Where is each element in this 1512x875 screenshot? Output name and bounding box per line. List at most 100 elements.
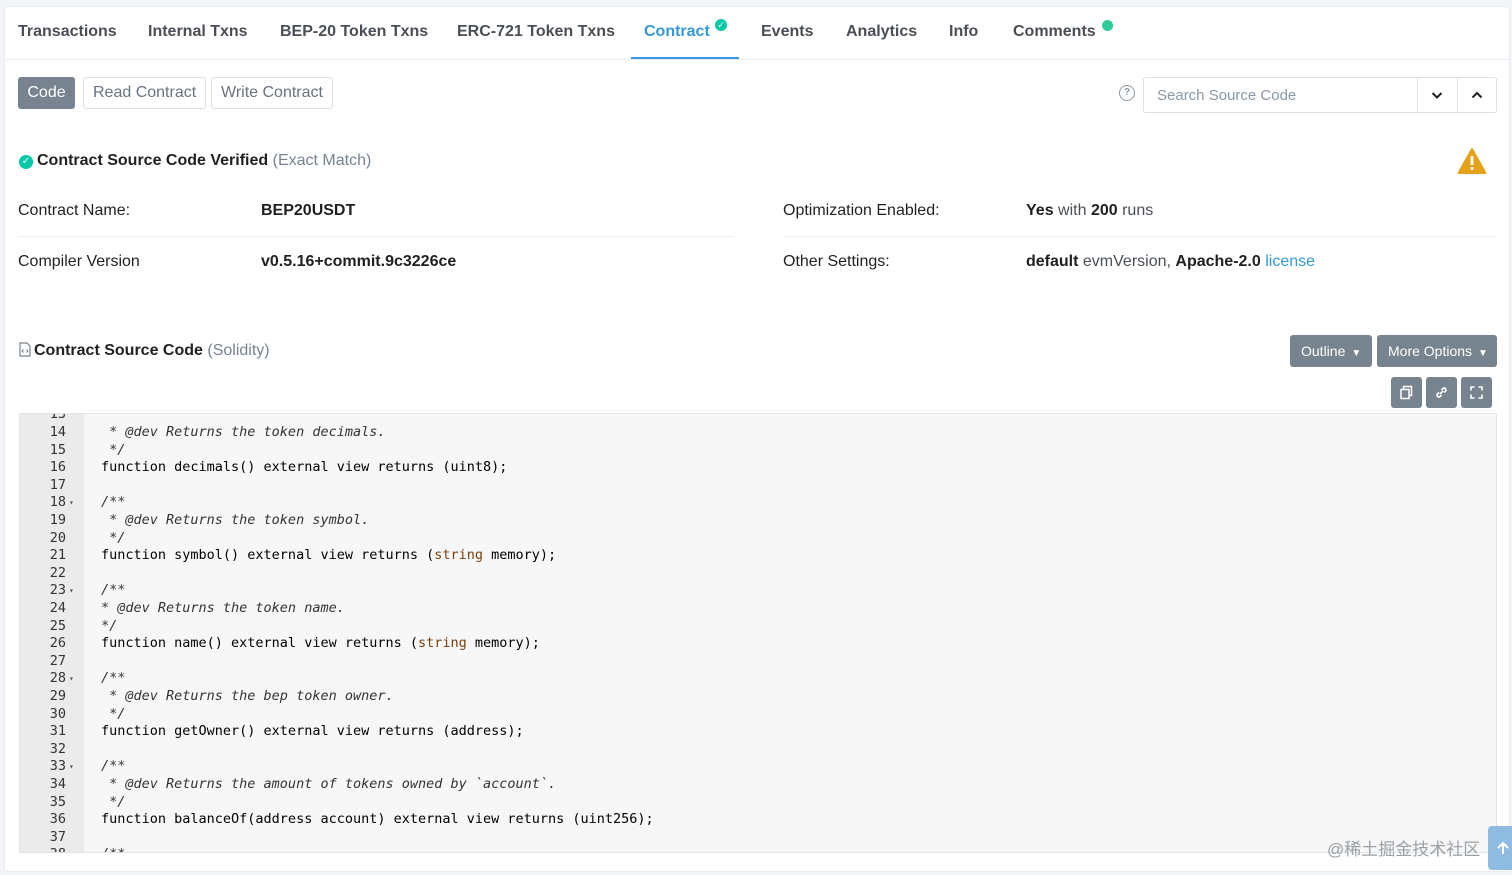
verified-title: Contract Source Code Verified <box>37 152 269 169</box>
tab-bep20-token-txns[interactable]: BEP-20 Token Txns <box>280 7 428 59</box>
tab-transactions[interactable]: Transactions <box>18 7 117 59</box>
compiler-version-value: v0.5.16+commit.9c3226ce <box>261 253 457 270</box>
expand-icon <box>1470 386 1483 399</box>
read-contract-button[interactable]: Read Contract <box>83 77 207 109</box>
link-icon <box>1436 387 1447 398</box>
code-line: 18 ▾ /** <box>20 494 1490 512</box>
search-prev-button[interactable] <box>1457 78 1497 112</box>
check-circle-icon: ✓ <box>19 155 33 169</box>
divider <box>783 236 1497 237</box>
code-line: 16 function decimals() external view retu… <box>20 459 1490 477</box>
other-settings-label: Other Settings: <box>783 253 890 270</box>
line-number: 32 <box>49 740 66 757</box>
copy-icon <box>1400 385 1413 400</box>
fold-toggle-icon[interactable]: ▾ <box>69 494 74 512</box>
tab-comments[interactable]: Comments <box>1013 7 1123 59</box>
divider <box>18 236 734 237</box>
other-settings-value: default evmVersion, Apache-2.0 license <box>1026 253 1316 270</box>
code-text: function symbol() external view returns … <box>101 547 557 564</box>
line-number: 14 <box>49 424 66 440</box>
code-line: 25 */ <box>20 618 1490 636</box>
compiler-version-label: Compiler Version <box>18 253 140 270</box>
tab-erc721-token-txns[interactable]: ERC-721 Token Txns <box>457 7 615 59</box>
code-text: function getOwner() external view return… <box>101 723 524 740</box>
contract-card: Transactions Internal Txns BEP-20 Token … <box>4 6 1510 872</box>
code-text: function balanceOf(address account) exte… <box>101 811 654 828</box>
license-link[interactable]: license <box>1265 253 1315 270</box>
line-number: 36 <box>49 811 66 828</box>
code-text: /** <box>101 758 126 775</box>
chevron-down-icon: ▼ <box>1351 348 1362 359</box>
code-line: 30 */ <box>20 706 1490 724</box>
line-number: 17 <box>49 476 66 493</box>
code-line-partial: 13 <box>49 413 66 422</box>
outline-button[interactable]: Outline ▼ <box>1290 335 1372 367</box>
code-text: * @dev Returns the token name. <box>101 600 345 616</box>
source-code-title: Contract Source Code (Solidity) <box>19 342 270 360</box>
warning-triangle-icon[interactable] <box>1457 147 1487 175</box>
fullscreen-button[interactable] <box>1461 377 1492 408</box>
fold-toggle-icon[interactable]: ▾ <box>69 582 74 600</box>
dot-icon <box>1102 20 1113 31</box>
search-next-button[interactable] <box>1417 78 1457 112</box>
tab-analytics[interactable]: Analytics <box>846 7 917 59</box>
line-number: 16 <box>49 459 66 476</box>
line-number: 25 <box>49 617 66 634</box>
line-number: 27 <box>49 652 66 669</box>
line-number: 20 <box>49 529 66 546</box>
code-line: 36 function balanceOf(address account) ex… <box>20 811 1490 829</box>
file-code-icon <box>19 342 31 357</box>
tab-info[interactable]: Info <box>949 7 978 59</box>
code-text: */ <box>101 793 126 810</box>
more-options-button[interactable]: More Options ▼ <box>1377 335 1497 367</box>
line-number: 23 <box>49 582 66 599</box>
code-text: */ <box>101 441 126 458</box>
code-text: function decimals() external view return… <box>101 459 508 476</box>
code-text: * @dev Returns the token decimals. <box>101 424 386 440</box>
code-line: 37 <box>20 829 1490 847</box>
contract-name-value: BEP20USDT <box>261 202 356 219</box>
write-contract-button[interactable]: Write Contract <box>211 77 333 109</box>
code-line: 29 * @dev Returns the bep token owner. <box>20 688 1490 706</box>
copy-button[interactable] <box>1391 377 1422 408</box>
code-text: function name() external view returns (s… <box>101 635 540 652</box>
chevron-up-icon <box>1471 91 1483 99</box>
code-line: 14 * @dev Returns the token decimals. <box>20 424 1490 442</box>
fold-toggle-icon[interactable]: ▾ <box>69 758 74 776</box>
verified-status: ✓ Contract Source Code Verified (Exact Ma… <box>19 152 371 170</box>
line-number: 21 <box>49 547 66 564</box>
line-number: 38 <box>20 846 66 852</box>
code-line: 35 */ <box>20 794 1490 812</box>
tab-contract[interactable]: Contract ✓ <box>631 7 739 59</box>
code-line: 28 ▾ /** <box>20 670 1490 688</box>
line-number: 28 <box>49 670 66 687</box>
scroll-to-top-button[interactable] <box>1488 826 1512 870</box>
code-text: /** <box>101 846 125 852</box>
code-line: 27 <box>20 653 1490 671</box>
link-button[interactable] <box>1426 377 1457 408</box>
code-editor[interactable]: 13 14 * @dev Returns the token decimals.… <box>19 413 1497 853</box>
search-input[interactable] <box>1144 78 1416 112</box>
code-text: */ <box>101 529 126 546</box>
arrow-up-icon <box>1497 841 1509 854</box>
help-icon[interactable]: ? <box>1119 85 1135 101</box>
tab-events[interactable]: Events <box>761 7 813 59</box>
fold-toggle-icon[interactable]: ▾ <box>69 670 74 688</box>
search-source-code <box>1143 77 1497 113</box>
code-line: 31 function getOwner() external view retu… <box>20 723 1490 741</box>
code-line: 24 * @dev Returns the token name. <box>20 600 1490 618</box>
code-line: 22 <box>20 565 1490 583</box>
code-line: 38▾ /** <box>20 846 1490 852</box>
tab-internal-txns[interactable]: Internal Txns <box>148 7 248 59</box>
chevron-down-icon <box>1431 92 1443 99</box>
tab-bar: Transactions Internal Txns BEP-20 Token … <box>5 7 1509 60</box>
line-number: 33 <box>49 758 66 775</box>
line-number: 29 <box>49 688 66 704</box>
line-number: 22 <box>49 564 66 581</box>
code-line: 32 <box>20 741 1490 759</box>
code-line: 26 function name() external view returns … <box>20 635 1490 653</box>
code-button[interactable]: Code <box>18 77 75 109</box>
check-circle-icon: ✓ <box>715 19 727 31</box>
code-text: * @dev Returns the amount of tokens owne… <box>101 776 557 792</box>
fold-toggle-icon[interactable]: ▾ <box>69 846 74 852</box>
